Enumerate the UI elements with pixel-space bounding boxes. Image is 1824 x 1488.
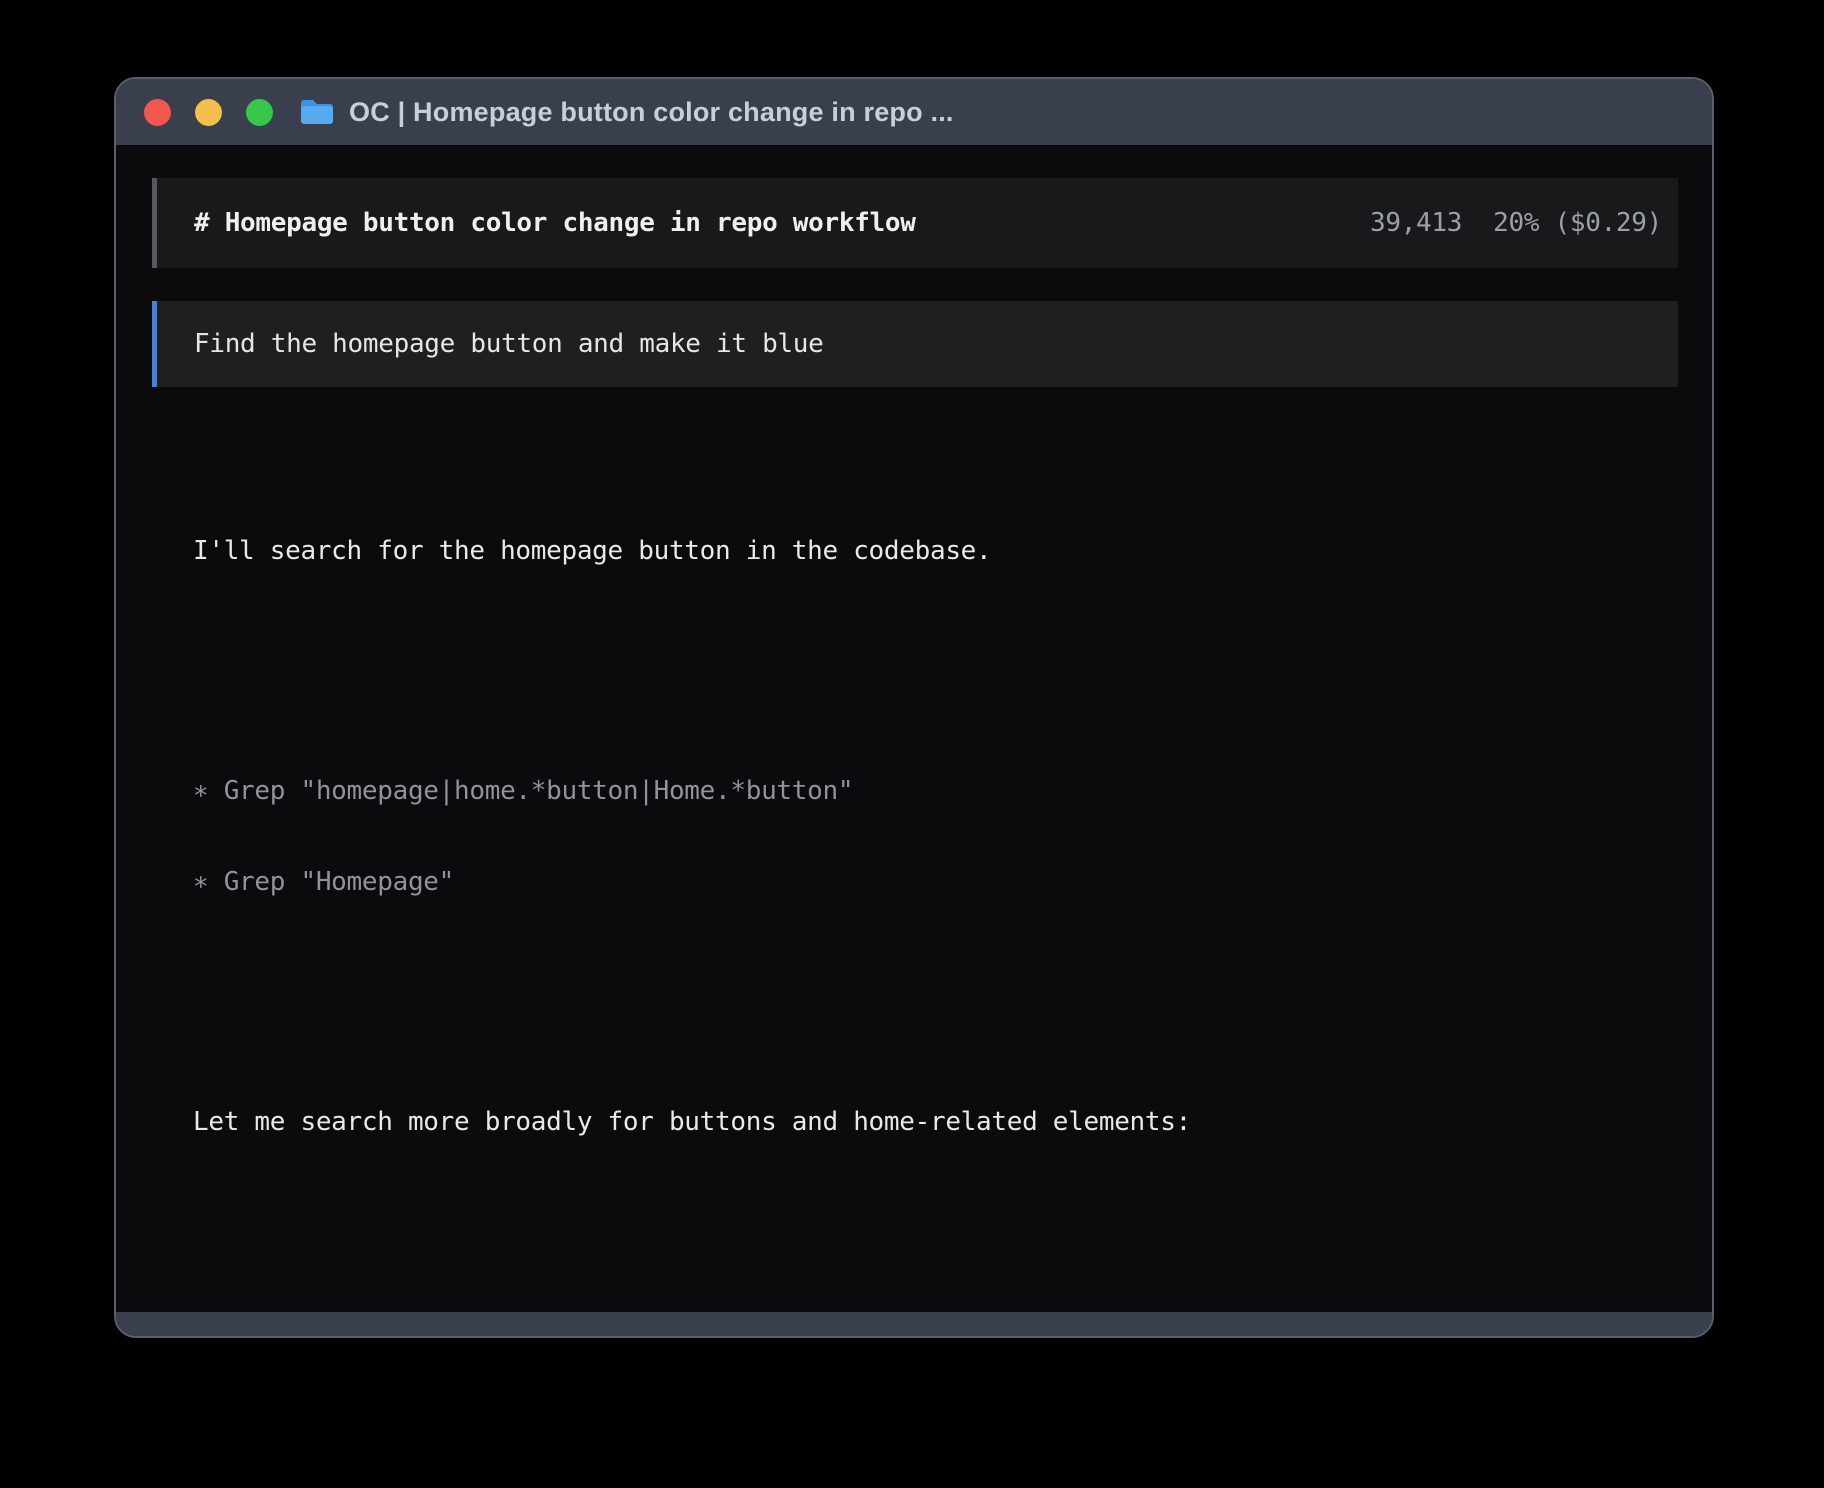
session-stats: 39,413 20% ($0.29) — [1370, 208, 1662, 238]
session-title: # Homepage button color change in repo w… — [194, 208, 916, 238]
terminal-content: # Homepage button color change in repo w… — [116, 145, 1712, 1312]
grep-tool-line: ∗ Grep "homepage|home.*button|Home.*butt… — [193, 776, 1678, 807]
session-header: # Homepage button color change in repo w… — [152, 178, 1678, 268]
assistant-paragraph: Let me search more broadly for buttons a… — [193, 1047, 1678, 1198]
assistant-transcript: I'll search for the homepage button in t… — [152, 387, 1678, 1312]
tool-call-group: ∗ Grep "Home" (18 matches) ∗ Glob "**/*.… — [193, 1287, 1678, 1312]
user-message: Find the homepage button and make it blu… — [152, 301, 1678, 387]
terminal-window: OC | Homepage button color change in rep… — [114, 77, 1714, 1338]
titlebar: OC | Homepage button color change in rep… — [116, 79, 1712, 145]
token-count: 39,413 — [1370, 208, 1462, 238]
window-title: OC | Homepage button color change in rep… — [349, 97, 954, 128]
user-message-text: Find the homepage button and make it blu… — [194, 329, 824, 359]
window-bottom-edge — [116, 1312, 1712, 1336]
zoom-button[interactable] — [246, 99, 273, 126]
folder-icon — [299, 98, 335, 126]
context-cost: 20% ($0.29) — [1493, 208, 1662, 238]
minimize-button[interactable] — [195, 99, 222, 126]
close-button[interactable] — [144, 99, 171, 126]
assistant-paragraph: I'll search for the homepage button in t… — [193, 476, 1678, 627]
assistant-line: I'll search for the homepage button in t… — [193, 536, 1678, 567]
grep-tool-line: ∗ Grep "Homepage" — [193, 867, 1678, 898]
tool-call-group: ∗ Grep "homepage|home.*button|Home.*butt… — [193, 716, 1678, 958]
assistant-line: Let me search more broadly for buttons a… — [193, 1107, 1678, 1138]
window-controls — [144, 99, 273, 126]
